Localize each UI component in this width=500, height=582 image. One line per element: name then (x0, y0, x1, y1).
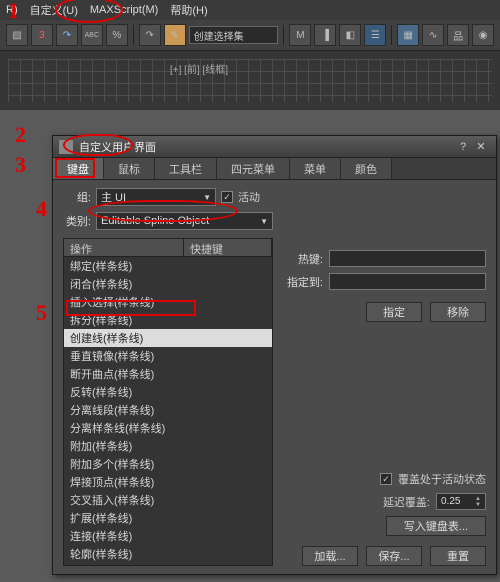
list-item[interactable]: 垂直镜像(样条线) (64, 347, 272, 365)
tab-quad[interactable]: 四元菜单 (217, 158, 290, 179)
col-action[interactable]: 操作 (64, 239, 184, 256)
main-menu-bar: R) 自定义(U) MAXScript(M) 帮助(H) (0, 0, 500, 20)
category-label: 类别: (63, 213, 91, 229)
list-item[interactable]: 分离线段(样条线) (64, 401, 272, 419)
list-item[interactable]: 断开曲点(样条线) (64, 365, 272, 383)
write-keyboard-button[interactable]: 写入键盘表... (386, 516, 486, 536)
override-checkbox[interactable]: ✓ (380, 473, 392, 485)
col-shortcut[interactable]: 快捷键 (184, 239, 272, 256)
list-item[interactable]: 反转(样条线) (64, 383, 272, 401)
menu-customize[interactable]: 自定义(U) (30, 2, 78, 18)
save-button[interactable]: 保存... (366, 546, 422, 566)
delay-label: 延迟覆盖: (383, 494, 430, 510)
tool-edit-icon[interactable]: ✎ (164, 24, 186, 46)
list-item[interactable]: 切角顶点(样条线) (64, 563, 272, 565)
group-combo[interactable]: 主 UI▼ (96, 188, 216, 206)
tool-2[interactable]: 3 (31, 24, 53, 46)
dialog-title: 自定义用户界面 (79, 139, 156, 155)
list-item[interactable]: 分离样条线(样条线) (64, 419, 272, 437)
remove-button[interactable]: 移除 (430, 302, 486, 322)
dialog-icon (59, 140, 73, 154)
tool-abc[interactable]: ABC (81, 24, 103, 46)
list-item[interactable]: 闭合(样条线) (64, 275, 272, 293)
help-button[interactable]: ? (454, 141, 472, 153)
tool-5[interactable]: % (106, 24, 128, 46)
list-item[interactable]: 轮廓(样条线) (64, 545, 272, 563)
load-button[interactable]: 加载... (302, 546, 358, 566)
assign-button[interactable]: 指定 (366, 302, 422, 322)
annotation-3: 3 (15, 152, 26, 178)
annotation-5: 5 (36, 300, 47, 326)
dialog-titlebar[interactable]: 自定义用户界面 ? ✕ (53, 136, 496, 158)
tool-schema-icon[interactable]: 品 (447, 24, 469, 46)
menu-help[interactable]: 帮助(H) (170, 2, 207, 18)
viewport[interactable]: [+] [前] [线框] (0, 50, 500, 110)
tool-mirror-icon[interactable]: M (289, 24, 311, 46)
viewport-label[interactable]: [+] [前] [线框] (170, 61, 228, 76)
action-list: 操作 快捷键 绑定(样条线)闭合(样条线)插入选择(样条线)拆分(样条线)创建线… (63, 238, 273, 566)
chevron-down-icon: ▼ (260, 217, 268, 226)
list-item[interactable]: 焊接顶点(样条线) (64, 473, 272, 491)
tool-layer-mgr-icon[interactable]: ☰ (364, 24, 386, 46)
tool-3[interactable]: ↷ (56, 24, 78, 46)
tab-toolbar[interactable]: 工具栏 (155, 158, 217, 179)
hotkey-input[interactable] (329, 250, 486, 267)
menu-r[interactable]: R) (6, 4, 18, 16)
tool-mat-icon[interactable]: ◉ (472, 24, 494, 46)
annotation-2: 2 (15, 122, 26, 148)
active-label: 活动 (238, 189, 260, 205)
tab-menu[interactable]: 菜单 (290, 158, 341, 179)
selection-set-combo[interactable]: 创建选择集 (189, 26, 279, 44)
assignto-label: 指定到: (283, 274, 323, 290)
list-item[interactable]: 扩展(样条线) (64, 509, 272, 527)
annotation-4: 4 (36, 196, 47, 222)
override-label: 覆盖处于活动状态 (398, 471, 486, 487)
list-item[interactable]: 附加多个(样条线) (64, 455, 272, 473)
list-item[interactable]: 连接(样条线) (64, 527, 272, 545)
tab-mouse[interactable]: 鼠标 (104, 158, 155, 179)
tool-graph-icon[interactable]: ▦ (397, 24, 419, 46)
group-label: 组: (63, 189, 91, 205)
tab-color[interactable]: 颜色 (341, 158, 392, 179)
action-list-body[interactable]: 绑定(样条线)闭合(样条线)插入选择(样条线)拆分(样条线)创建线(样条线)垂直… (64, 257, 272, 565)
tool-curve-icon[interactable]: ∿ (422, 24, 444, 46)
category-combo[interactable]: Editable Spline Object▼ (96, 212, 273, 230)
menu-maxscript[interactable]: MAXScript(M) (90, 4, 158, 16)
close-button[interactable]: ✕ (472, 140, 490, 153)
main-toolbar: ▧ 3 ↷ ABC % ↷ ✎ 创建选择集 M ▐ ◧ ☰ ▦ ∿ 品 ◉ (0, 20, 500, 50)
chevron-down-icon: ▼ (203, 193, 211, 202)
list-item[interactable]: 插入选择(样条线) (64, 293, 272, 311)
tool-1[interactable]: ▧ (6, 24, 28, 46)
tool-align-icon[interactable]: ▐ (314, 24, 336, 46)
assignto-input[interactable] (329, 273, 486, 290)
dialog-tabs: 键盘 鼠标 工具栏 四元菜单 菜单 颜色 (53, 158, 496, 180)
list-item[interactable]: 绑定(样条线) (64, 257, 272, 275)
tool-layers-icon[interactable]: ◧ (339, 24, 361, 46)
delay-spinner[interactable]: 0.25 ▲▼ (436, 493, 486, 510)
customize-ui-dialog: 自定义用户界面 ? ✕ 键盘 鼠标 工具栏 四元菜单 菜单 颜色 组: 主 UI… (52, 135, 497, 575)
reset-button[interactable]: 重置 (430, 546, 486, 566)
list-item[interactable]: 创建线(样条线) (64, 329, 272, 347)
tool-6[interactable]: ↷ (139, 24, 161, 46)
list-item[interactable]: 交叉插入(样条线) (64, 491, 272, 509)
active-checkbox[interactable]: ✓ (221, 191, 233, 203)
list-item[interactable]: 附加(样条线) (64, 437, 272, 455)
list-item[interactable]: 拆分(样条线) (64, 311, 272, 329)
hotkey-label: 热键: (283, 251, 323, 267)
tab-keyboard[interactable]: 键盘 (53, 158, 104, 179)
